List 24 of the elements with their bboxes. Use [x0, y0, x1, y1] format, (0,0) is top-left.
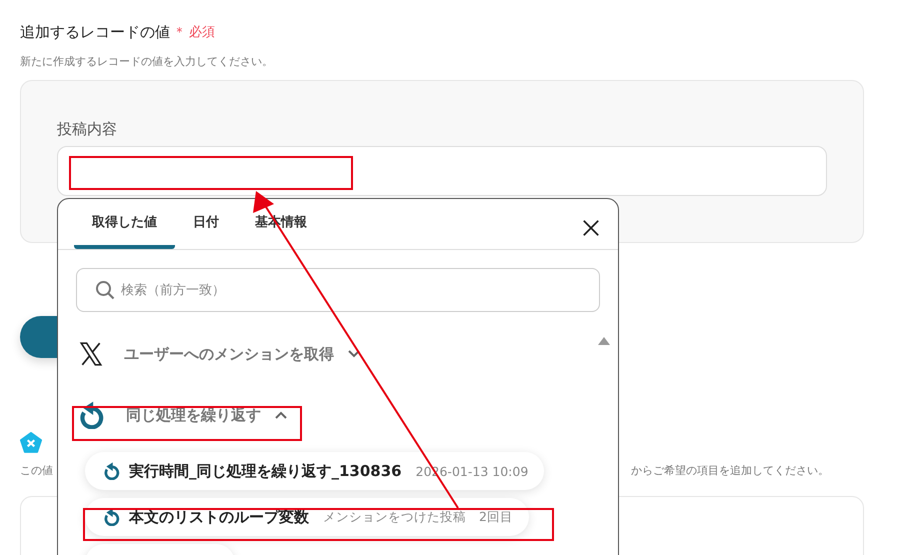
scroll-up-icon[interactable]	[598, 336, 610, 346]
group-header[interactable]: ユーザーへのメンションを取得	[78, 338, 360, 370]
section-description: この値	[20, 463, 53, 478]
close-icon[interactable]	[582, 219, 600, 237]
field-label: 投稿内容	[57, 119, 118, 139]
tab[interactable]: 取得した値	[74, 199, 175, 249]
section-description: 新たに作成するレコードの値を入力してください。	[20, 55, 274, 69]
loop-icon	[103, 462, 121, 480]
search-icon	[95, 280, 115, 300]
value-chip[interactable]: 本文のリストのループ変数 メンションをつけた投稿 2回目	[85, 498, 529, 536]
section-title: 追加するレコードの値	[20, 22, 170, 42]
input-field[interactable]	[57, 146, 827, 196]
loop-icon	[103, 508, 121, 526]
group-header[interactable]: 同じ処理を繰り返す	[78, 399, 287, 431]
loop-icon	[78, 401, 106, 429]
x-app-icon	[20, 432, 42, 454]
required-label: 必須	[189, 24, 215, 41]
required-mark: ＊	[173, 24, 186, 41]
chevron-icon	[275, 411, 287, 419]
tab[interactable]: 日付	[175, 199, 237, 249]
search-field[interactable]: 検索（前方一致）	[76, 268, 600, 312]
x-logo-icon	[78, 341, 104, 367]
section-description: からご希望の項目を追加してください。	[631, 463, 829, 478]
chevron-icon	[348, 350, 360, 358]
